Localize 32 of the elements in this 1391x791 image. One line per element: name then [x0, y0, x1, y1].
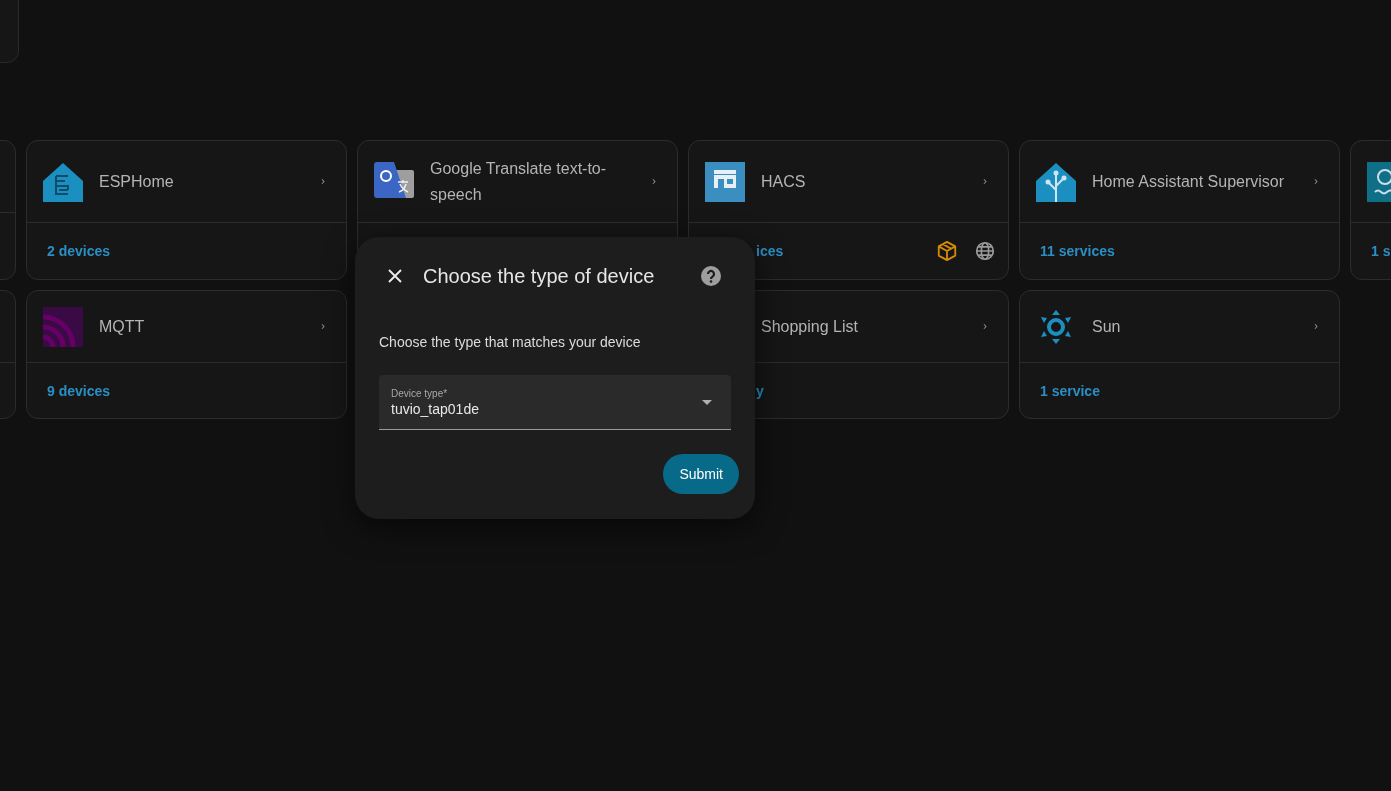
integration-card[interactable]: Sun 1 service	[1019, 290, 1340, 419]
integration-title: Sun	[1092, 316, 1122, 337]
devices-link[interactable]: 1 s	[1371, 243, 1391, 259]
integration-card[interactable]: MQTT 9 devices	[26, 290, 347, 419]
house-icon	[1036, 161, 1076, 202]
integration-card[interactable]: 1 s	[1350, 140, 1391, 280]
devices-link[interactable]: 1 service	[1040, 382, 1100, 399]
integration-title: Home Assistant Supervisor	[1092, 171, 1286, 192]
globe-icon	[974, 240, 996, 262]
submit-button[interactable]: Submit	[663, 454, 739, 494]
devices-link[interactable]: y	[756, 382, 764, 399]
package-icon	[936, 240, 958, 262]
devices-link[interactable]: 2 devices	[47, 243, 111, 259]
integration-title: MQTT	[99, 316, 146, 337]
integration-card[interactable]: ESPHome 2 devices	[26, 140, 347, 280]
signal-waves-icon	[43, 306, 83, 347]
integration-title: Shopping List	[761, 316, 859, 337]
devices-link[interactable]: 11 services	[1040, 243, 1115, 259]
devices-link[interactable]: 9 devices	[47, 382, 111, 399]
sun-icon	[1038, 308, 1074, 345]
help-icon[interactable]	[701, 266, 721, 286]
devices-link[interactable]: ices	[756, 243, 784, 259]
caret-down-icon	[702, 400, 712, 405]
device-type-select[interactable]: Device type* tuvio_tap01de	[379, 375, 731, 430]
integration-title: ESPHome	[99, 171, 175, 192]
store-icon	[705, 161, 745, 202]
house-icon	[43, 161, 83, 202]
integration-card[interactable]: Home Assistant Supervisor 11 services	[1019, 140, 1340, 280]
integration-title: HACS	[761, 171, 807, 192]
integration-title: Google Translate text-to-speech	[430, 158, 608, 205]
integration-card[interactable]: HACS ices	[688, 140, 1009, 280]
dialog-description: Choose the type that matches your device	[379, 334, 642, 350]
